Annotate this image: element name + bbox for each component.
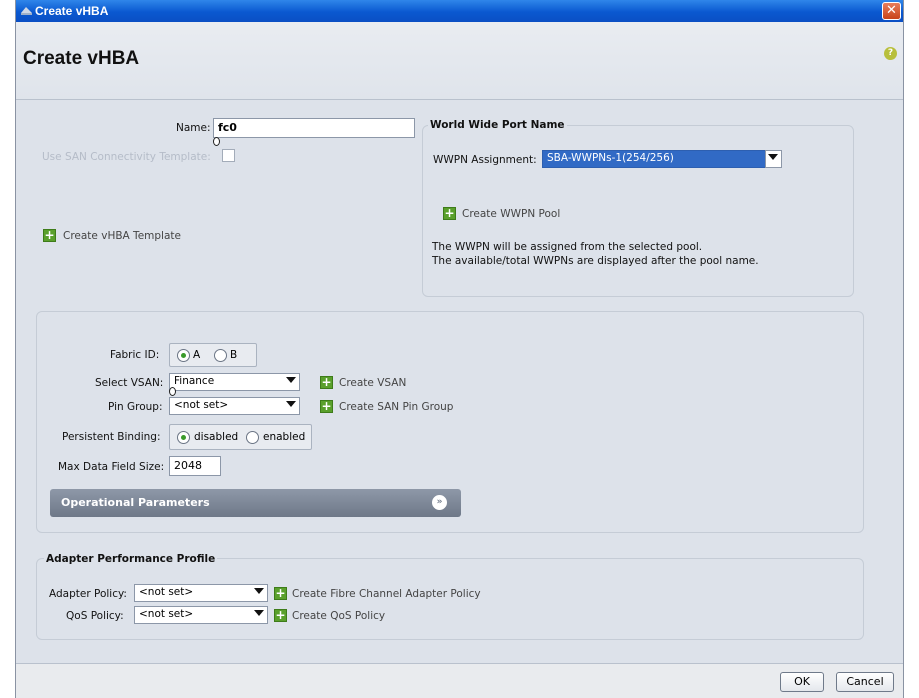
add-icon[interactable]: + (274, 609, 287, 622)
max-data-field-size-label: Max Data Field Size: (58, 461, 165, 473)
add-icon[interactable]: + (320, 376, 333, 389)
adapter-policy-select[interactable]: <not set> (134, 584, 268, 602)
create-qos-policy-link[interactable]: Create QoS Policy (292, 610, 385, 622)
title-bar[interactable]: Create vHBA ✕ (16, 0, 903, 22)
pin-group-value: <not set> (174, 399, 229, 411)
create-wwpn-pool-link[interactable]: Create WWPN Pool (462, 208, 560, 220)
vsan-select[interactable]: Finance (169, 373, 300, 391)
wwpn-assignment-value: SBA-WWPNs-1(254/256) (547, 152, 674, 164)
ok-button[interactable]: OK (780, 672, 824, 692)
create-vhba-template-link[interactable]: Create vHBA Template (63, 230, 181, 242)
persistent-binding-radio-group: disabled enabled (169, 424, 312, 450)
pin-group-select[interactable]: <not set> (169, 397, 300, 415)
san-template-checkbox[interactable] (222, 149, 235, 162)
dialog-content: Name: fc0 Use SAN Connectivity Template:… (16, 101, 903, 663)
operational-parameters-label: Operational Parameters (61, 496, 210, 509)
wwpn-panel-title: World Wide Port Name (428, 119, 567, 131)
chevron-down-icon (768, 154, 778, 160)
dialog-header: Create vHBA ? (16, 22, 903, 100)
fabric-id-label: Fabric ID: (110, 349, 160, 361)
qos-policy-select[interactable]: <not set> (134, 606, 268, 624)
window-title: Create vHBA (35, 4, 109, 18)
operational-parameters-bar[interactable]: Operational Parameters » (50, 489, 461, 517)
app-icon (21, 7, 32, 15)
adapter-policy-value: <not set> (139, 586, 194, 598)
chevron-down-icon (286, 401, 296, 407)
dialog-footer: OK Cancel (16, 663, 903, 698)
add-icon[interactable]: + (274, 587, 287, 600)
expand-icon[interactable]: » (432, 495, 447, 510)
chevron-down-icon (254, 588, 264, 594)
select-vsan-label: Select VSAN: (95, 377, 164, 389)
fabric-b-label: B (230, 349, 238, 361)
pin-group-label: Pin Group: (108, 401, 163, 413)
disabled-radio[interactable] (177, 431, 190, 444)
name-label: Name: (176, 122, 211, 134)
fabric-b-radio[interactable] (214, 349, 227, 362)
add-icon[interactable]: + (320, 400, 333, 413)
qos-policy-value: <not set> (139, 608, 194, 620)
qos-policy-label: QoS Policy: (66, 610, 124, 622)
fabric-a-label: A (193, 349, 201, 361)
text-cursor-icon (213, 137, 220, 146)
page-title: Create vHBA (23, 48, 140, 69)
enabled-label: enabled (263, 431, 306, 443)
create-fc-adapter-policy-link[interactable]: Create Fibre Channel Adapter Policy (292, 588, 481, 600)
help-icon[interactable]: ? (884, 47, 897, 60)
wwpn-dropdown-button[interactable] (765, 150, 782, 168)
max-data-field-size-input[interactable]: 2048 (169, 456, 221, 476)
wwpn-assignment-select[interactable]: SBA-WWPNs-1(254/256) (542, 150, 782, 168)
fabric-id-radio-group: A B (169, 343, 257, 367)
text-cursor-icon (169, 387, 176, 396)
persistent-binding-label: Persistent Binding: (62, 431, 161, 443)
wwpn-info-line-1: The WWPN will be assigned from the selec… (432, 241, 703, 253)
san-template-label: Use SAN Connectivity Template: (42, 151, 211, 163)
disabled-label: disabled (194, 431, 239, 443)
name-input[interactable]: fc0 (213, 118, 415, 138)
cancel-button[interactable]: Cancel (836, 672, 894, 692)
create-san-pin-group-link[interactable]: Create SAN Pin Group (339, 401, 453, 413)
fabric-a-radio[interactable] (177, 349, 190, 362)
vsan-value: Finance (174, 375, 215, 387)
wwpn-assignment-label: WWPN Assignment: (433, 154, 537, 166)
wwpn-info-line-2: The available/total WWPNs are displayed … (432, 255, 759, 267)
add-icon[interactable]: + (43, 229, 56, 242)
adapter-policy-label: Adapter Policy: (49, 588, 127, 600)
adapter-performance-title: Adapter Performance Profile (44, 553, 218, 565)
enabled-radio[interactable] (246, 431, 259, 444)
add-icon[interactable]: + (443, 207, 456, 220)
chevron-down-icon (254, 610, 264, 616)
close-button[interactable]: ✕ (882, 2, 901, 20)
chevron-down-icon (286, 377, 296, 383)
create-vsan-link[interactable]: Create VSAN (339, 377, 406, 389)
create-vhba-dialog: Create vHBA ✕ Create vHBA ? Name: fc0 Us… (15, 0, 904, 698)
